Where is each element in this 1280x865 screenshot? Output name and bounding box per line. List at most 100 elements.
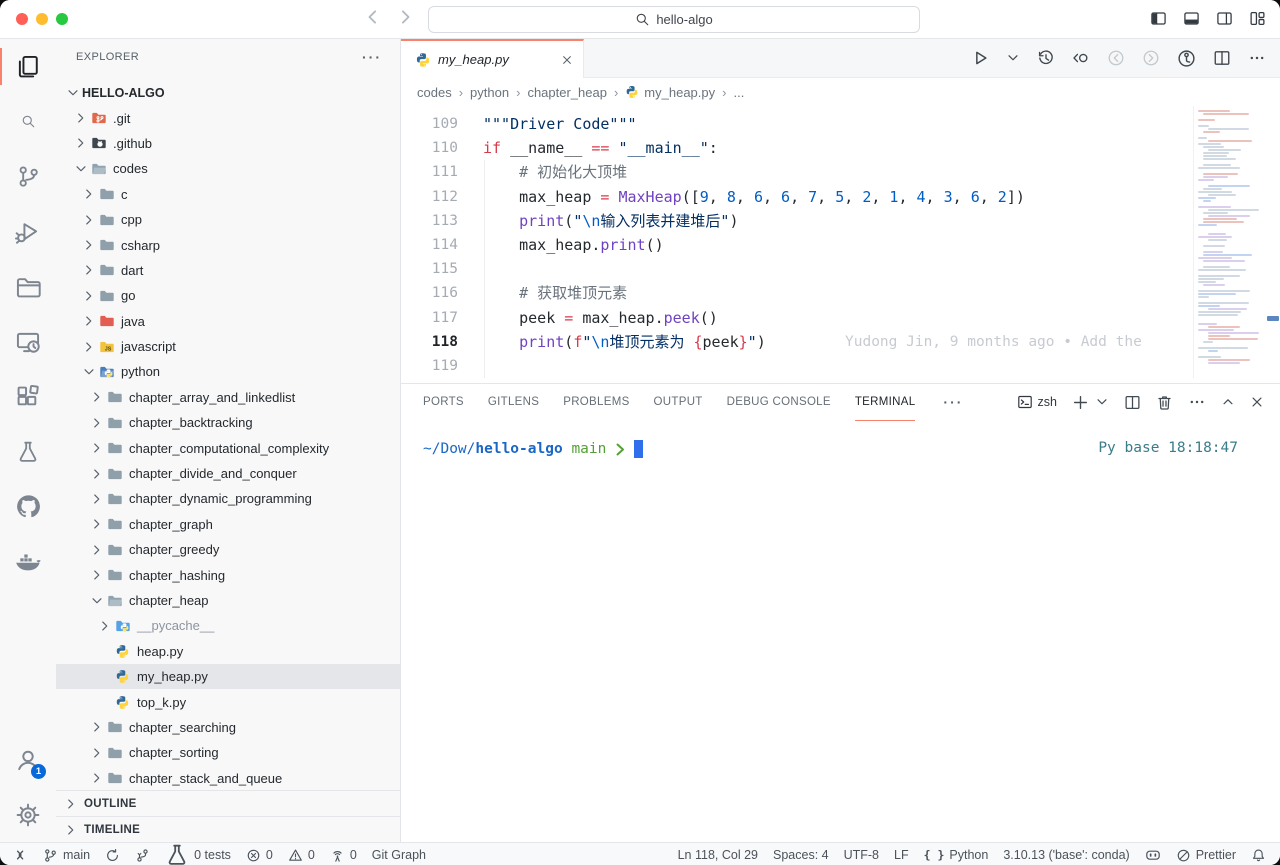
run-icon[interactable]: [971, 49, 989, 67]
status-errors[interactable]: 0: [246, 848, 273, 863]
minimize-window-button[interactable]: [36, 13, 48, 25]
open-changes-icon[interactable]: [1072, 49, 1090, 67]
tree-item--git[interactable]: .git: [56, 105, 400, 130]
panel-tab-terminal[interactable]: TERMINAL: [855, 384, 916, 421]
activity-item-settings[interactable]: [0, 787, 56, 842]
close-tab-icon[interactable]: [561, 54, 573, 66]
tree-item-chapter-graph[interactable]: chapter_graph: [56, 512, 400, 537]
tree-item--github[interactable]: .github: [56, 131, 400, 156]
back-arrow-icon[interactable]: [362, 7, 382, 27]
panel-tabs-more[interactable]: ···: [943, 394, 963, 410]
status-tests[interactable]: 0 tests: [165, 843, 231, 865]
tree-item-chapter-sorting[interactable]: chapter_sorting: [56, 740, 400, 765]
tree-item-chapter-stack-and-queue[interactable]: chapter_stack_and_queue: [56, 766, 400, 790]
forward-arrow-icon[interactable]: [396, 7, 416, 27]
status-cursor-position[interactable]: Ln 118, Col 29: [678, 848, 758, 862]
activity-item-folders[interactable]: [0, 259, 56, 314]
tree-item-dart[interactable]: dart: [56, 258, 400, 283]
activity-item-remote-explorer[interactable]: [0, 314, 56, 369]
chevron-down-icon[interactable]: [1095, 395, 1109, 409]
status-notifications[interactable]: [1251, 848, 1266, 863]
layout-sidebar-left-icon[interactable]: [1150, 10, 1167, 27]
close-window-button[interactable]: [16, 13, 28, 25]
panel-tab-gitlens[interactable]: GITLENS: [488, 384, 539, 421]
prev-change-icon[interactable]: [1107, 49, 1125, 67]
split-editor-icon[interactable]: [1213, 49, 1231, 67]
zoom-window-button[interactable]: [56, 13, 68, 25]
history-icon[interactable]: [1037, 49, 1055, 67]
split-icon[interactable]: [1124, 394, 1141, 411]
gitlens-graph-icon[interactable]: [1177, 49, 1196, 68]
section-timeline[interactable]: TIMELINE: [56, 816, 400, 842]
tree-item-c[interactable]: c: [56, 182, 400, 207]
activity-item-source-control[interactable]: [0, 149, 56, 204]
status-checkout-branch[interactable]: [135, 848, 150, 863]
tree-item-javascript[interactable]: JSjavascript: [56, 334, 400, 359]
breadcrumb-item[interactable]: ...: [733, 85, 744, 100]
next-change-icon[interactable]: [1142, 49, 1160, 67]
status-prettier[interactable]: Prettier: [1176, 848, 1236, 863]
status-warnings[interactable]: 0: [288, 848, 315, 863]
section-outline[interactable]: OUTLINE: [56, 791, 400, 816]
activity-item-explorer[interactable]: [0, 39, 56, 94]
status-sync[interactable]: [105, 848, 120, 863]
tree-item-chapter-array-and-linkedlist[interactable]: chapter_array_and_linkedlist: [56, 385, 400, 410]
activity-item-testing[interactable]: [0, 424, 56, 479]
activity-item-docker[interactable]: [0, 534, 56, 589]
more-icon[interactable]: [1188, 393, 1206, 411]
terminal-instance-zsh[interactable]: zsh: [1017, 394, 1057, 410]
tab-my-heap[interactable]: my_heap.py: [401, 39, 584, 78]
panel-tab-debug-console[interactable]: DEBUG CONSOLE: [727, 384, 831, 421]
panel-tab-output[interactable]: OUTPUT: [654, 384, 703, 421]
tree-item-heap-py[interactable]: heap.py: [56, 639, 400, 664]
breadcrumb-item[interactable]: my_heap.py: [625, 85, 715, 100]
tree-item-my-heap-py[interactable]: my_heap.py: [56, 664, 400, 689]
minimap[interactable]: [1193, 106, 1266, 378]
status-python-interpreter[interactable]: 3.10.13 ('base': conda): [1003, 848, 1129, 862]
tree-item-chapter-heap[interactable]: chapter_heap: [56, 588, 400, 613]
tree-item-cpp[interactable]: cpp: [56, 207, 400, 232]
tree-item-codes[interactable]: codes: [56, 156, 400, 181]
activity-item-run-debug[interactable]: [0, 204, 56, 259]
code-editor[interactable]: 109"""Driver Code"""110if __name__ == "_…: [401, 106, 1280, 383]
tree-item-python[interactable]: python: [56, 359, 400, 384]
command-center-search[interactable]: hello-algo: [428, 6, 920, 33]
status-remote-indicator[interactable]: [12, 847, 28, 863]
activity-item-accounts[interactable]: 1: [0, 732, 56, 787]
terminal[interactable]: ~/Dow/hello-algo main Py base 18:18:47: [401, 420, 1280, 842]
tree-item-chapter-divide-and-conquer[interactable]: chapter_divide_and_conquer: [56, 461, 400, 486]
status-feedback[interactable]: 0: [330, 848, 357, 863]
status-indentation[interactable]: Spaces: 4: [773, 848, 829, 862]
activity-item-github[interactable]: [0, 479, 56, 534]
layout-customize-icon[interactable]: [1249, 10, 1266, 27]
breadcrumb-item[interactable]: codes: [417, 85, 452, 100]
more-icon[interactable]: [1248, 49, 1266, 67]
layout-sidebar-right-icon[interactable]: [1216, 10, 1233, 27]
tree-item-top-k-py[interactable]: top_k.py: [56, 689, 400, 714]
status-eol[interactable]: LF: [894, 848, 909, 862]
layout-panel-icon[interactable]: [1183, 10, 1200, 27]
status-copilot[interactable]: [1145, 847, 1161, 863]
tree-item--pycache-[interactable]: __pycache__: [56, 613, 400, 638]
chevron-down-icon[interactable]: [1006, 51, 1020, 65]
tree-item-chapter-computational-complexity[interactable]: chapter_computational_complexity: [56, 435, 400, 460]
tree-item-chapter-searching[interactable]: chapter_searching: [56, 715, 400, 740]
status-language-mode[interactable]: { }Python: [924, 848, 989, 862]
explorer-more-actions[interactable]: ···: [362, 49, 382, 65]
chevron-up-icon[interactable]: [1221, 395, 1235, 409]
activity-item-search[interactable]: [0, 94, 56, 149]
activity-item-extensions[interactable]: [0, 369, 56, 424]
tree-item-csharp[interactable]: csharp: [56, 232, 400, 257]
tree-item-hello-algo[interactable]: HELLO-ALGO: [56, 80, 400, 105]
panel-tab-problems[interactable]: PROBLEMS: [563, 384, 629, 421]
status-encoding[interactable]: UTF-8: [844, 848, 879, 862]
tree-item-java[interactable]: java: [56, 309, 400, 334]
plus-icon[interactable]: [1072, 394, 1089, 411]
tree-item-chapter-dynamic-programming[interactable]: chapter_dynamic_programming: [56, 486, 400, 511]
status-branch[interactable]: main: [43, 848, 90, 863]
close-icon[interactable]: [1250, 395, 1264, 409]
tree-item-chapter-greedy[interactable]: chapter_greedy: [56, 537, 400, 562]
trash-icon[interactable]: [1156, 394, 1173, 411]
breadcrumb-item[interactable]: python: [470, 85, 509, 100]
tree-item-chapter-hashing[interactable]: chapter_hashing: [56, 562, 400, 587]
